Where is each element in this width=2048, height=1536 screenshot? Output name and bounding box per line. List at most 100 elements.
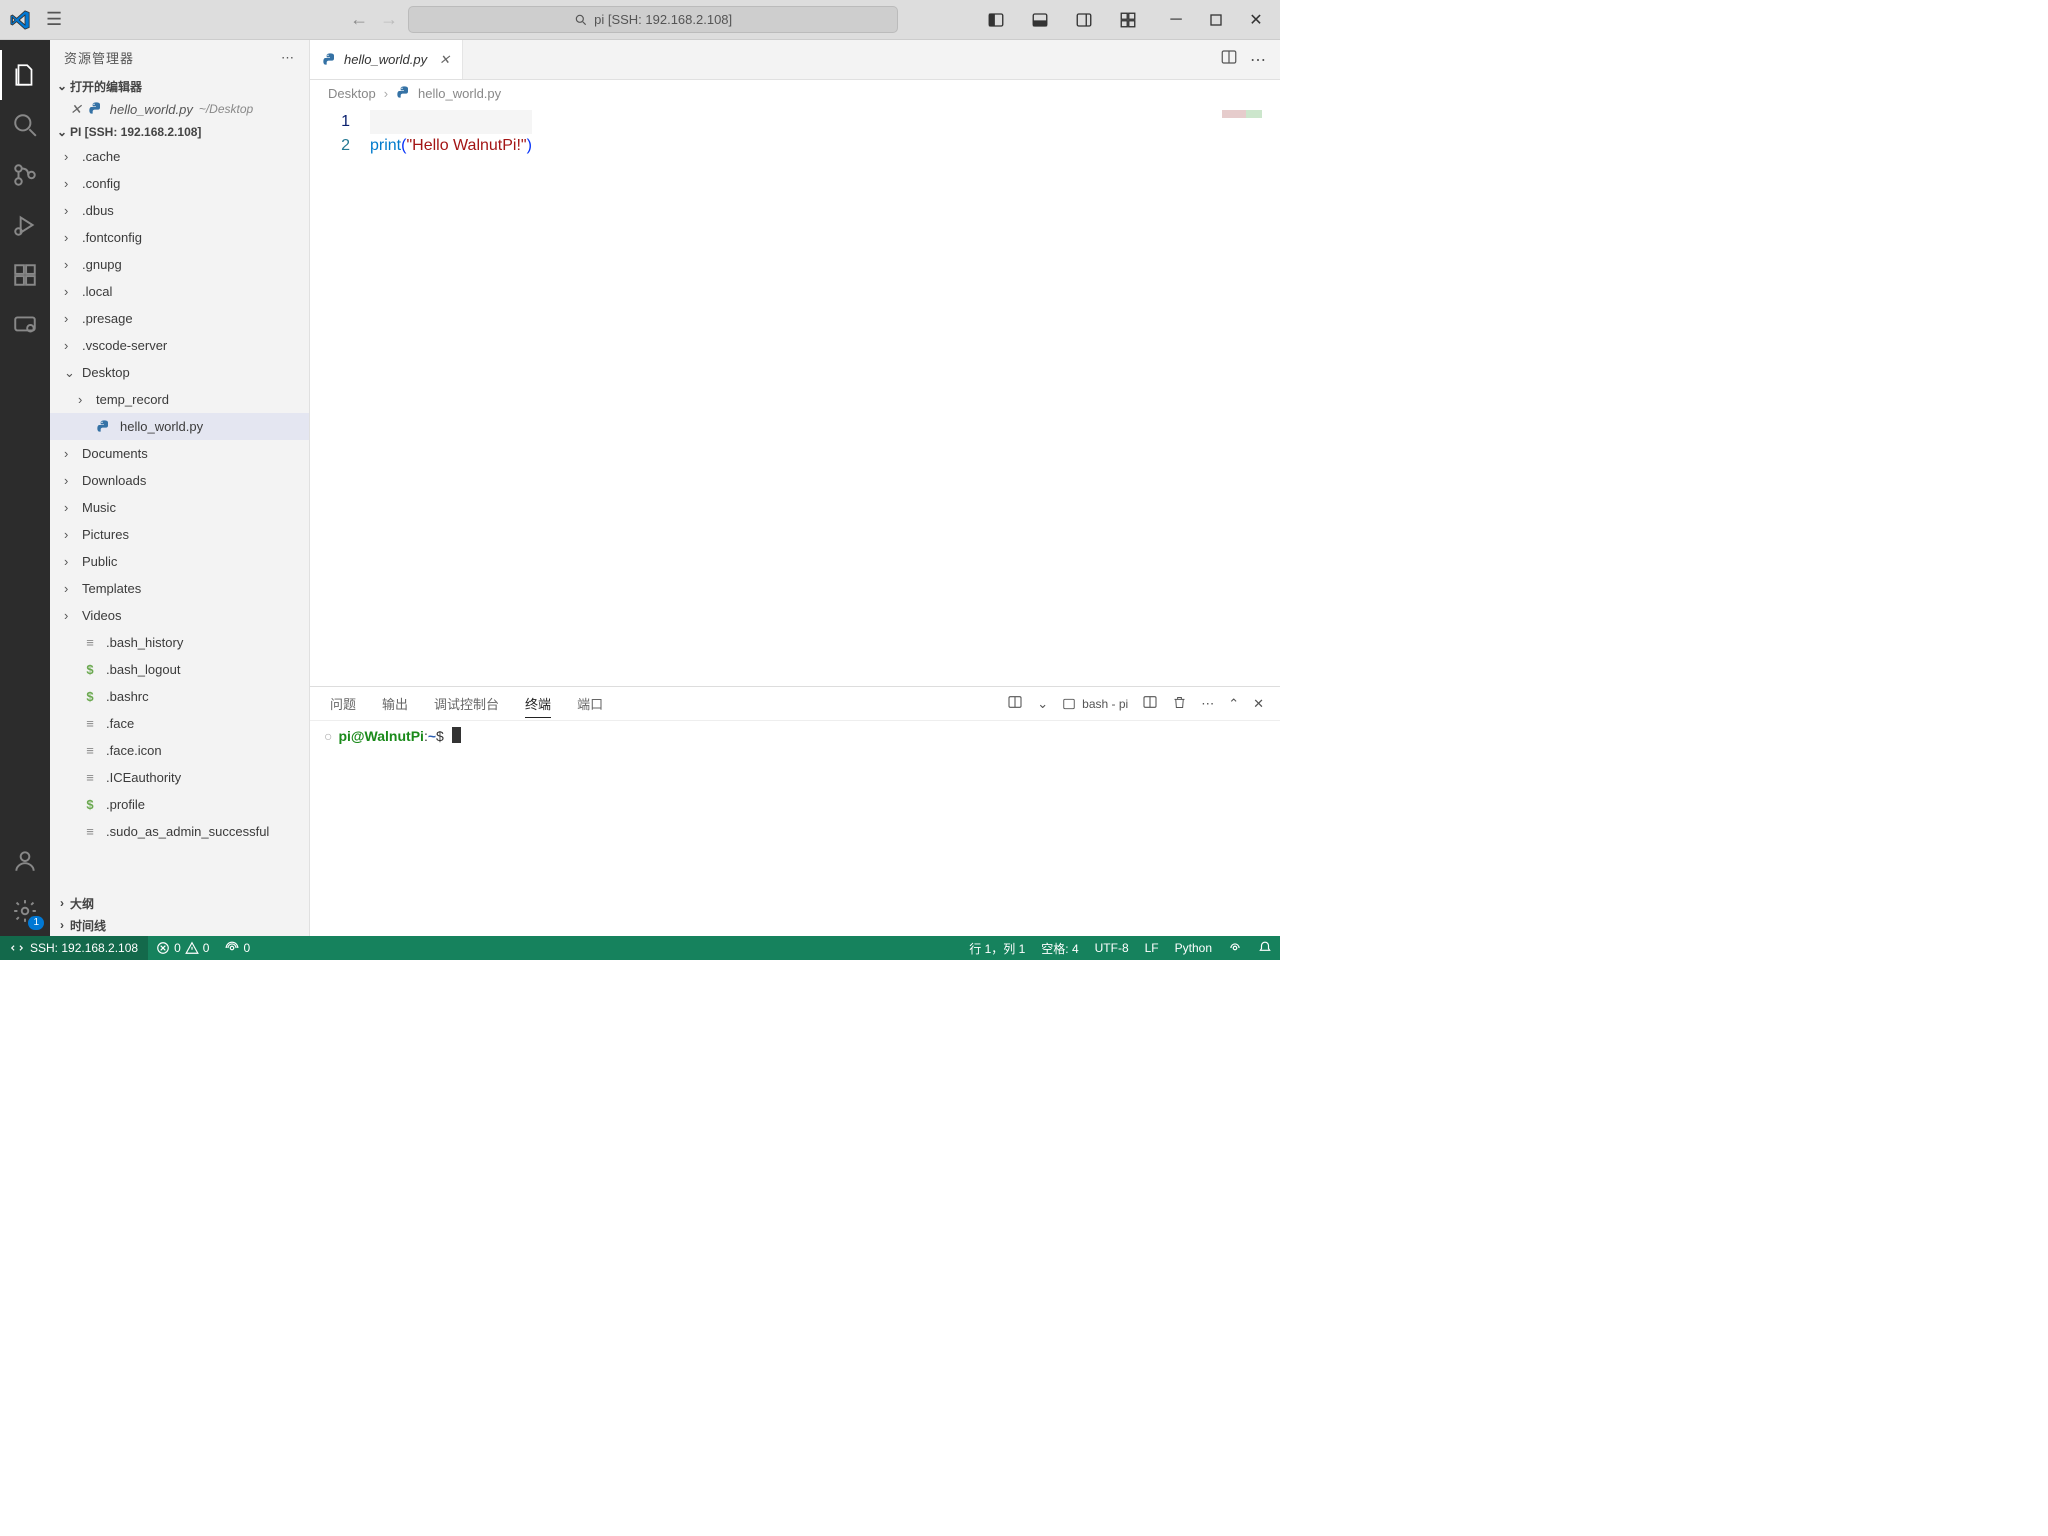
tab-name: hello_world.py <box>344 52 427 67</box>
split-editor-icon[interactable] <box>1220 48 1238 71</box>
terminal-trash-icon[interactable] <box>1172 695 1187 713</box>
tree-folder[interactable]: ›Videos <box>50 602 309 629</box>
editor-group: hello_world.py ✕ ⋯ Desktop › hello_world… <box>310 40 1280 936</box>
editor-tab[interactable]: hello_world.py ✕ <box>310 40 463 79</box>
chevron-right-icon: › <box>384 86 388 101</box>
panel-tab-debug[interactable]: 调试控制台 <box>434 690 499 717</box>
nav-forward-button[interactable]: → <box>380 9 398 30</box>
tree-folder[interactable]: ›.presage <box>50 305 309 332</box>
search-icon <box>574 13 588 27</box>
panel-close-button[interactable]: ✕ <box>1253 696 1264 712</box>
tree-folder[interactable]: ›Music <box>50 494 309 521</box>
terminal-new-icon[interactable] <box>1142 694 1158 713</box>
tree-folder[interactable]: ›.gnupg <box>50 251 309 278</box>
status-encoding[interactable]: UTF-8 <box>1087 940 1137 957</box>
status-language[interactable]: Python <box>1167 940 1220 957</box>
status-spaces[interactable]: 空格: 4 <box>1033 940 1086 957</box>
status-feedback-icon[interactable] <box>1220 940 1250 957</box>
window-minimize-button[interactable]: ─ <box>1156 0 1196 40</box>
nav-back-button[interactable]: ← <box>350 9 368 30</box>
layout-customize-icon[interactable] <box>1108 0 1148 40</box>
search-text: pi [SSH: 192.168.2.108] <box>594 12 732 27</box>
tree-file[interactable]: $.bash_logout <box>50 656 309 683</box>
code-editor[interactable]: 1 2 print("Hello WalnutPi!") <box>310 106 1280 686</box>
open-editor-name: hello_world.py <box>110 102 193 117</box>
tree-folder[interactable]: ›.dbus <box>50 197 309 224</box>
tree-folder[interactable]: ›.cache <box>50 143 309 170</box>
status-remote[interactable]: SSH: 192.168.2.108 <box>0 936 148 960</box>
tree-folder[interactable]: ›Downloads <box>50 467 309 494</box>
python-icon <box>322 52 338 68</box>
tree-file[interactable]: ≡.face <box>50 710 309 737</box>
status-bell-icon[interactable] <box>1250 940 1280 957</box>
timeline-header[interactable]: ›时间线 <box>50 914 309 936</box>
tree-file[interactable]: $.bashrc <box>50 683 309 710</box>
terminal[interactable]: ○pi@WalnutPi:~$ <box>310 721 1280 936</box>
tree-file[interactable]: ≡.ICEauthority <box>50 764 309 791</box>
activity-search[interactable] <box>0 100 50 150</box>
tree-folder[interactable]: ›.fontconfig <box>50 224 309 251</box>
panel-maximize-button[interactable]: ⌃ <box>1228 696 1239 712</box>
breadcrumb[interactable]: Desktop › hello_world.py <box>310 80 1280 106</box>
panel-more-button[interactable]: ⋯ <box>1201 696 1214 712</box>
layout-sidebar-right-icon[interactable] <box>1064 0 1104 40</box>
activity-account[interactable] <box>0 836 50 886</box>
window-maximize-button[interactable] <box>1196 0 1236 40</box>
breadcrumb-folder[interactable]: Desktop <box>328 86 376 101</box>
terminal-split-icon[interactable] <box>1007 694 1023 713</box>
status-eol[interactable]: LF <box>1137 940 1167 957</box>
activity-debug[interactable] <box>0 200 50 250</box>
tree-file[interactable]: ≡.sudo_as_admin_successful <box>50 818 309 845</box>
activity-scm[interactable] <box>0 150 50 200</box>
tree-folder[interactable]: ⌄Desktop <box>50 359 309 386</box>
tree-folder[interactable]: ›Public <box>50 548 309 575</box>
close-icon[interactable]: ✕ <box>70 101 82 118</box>
layout-sidebar-left-icon[interactable] <box>976 0 1016 40</box>
panel-tab-problems[interactable]: 问题 <box>330 690 356 717</box>
editor-more-button[interactable]: ⋯ <box>1250 50 1266 70</box>
tree-folder[interactable]: ›Pictures <box>50 521 309 548</box>
activity-explorer[interactable] <box>0 50 50 100</box>
breadcrumb-file[interactable]: hello_world.py <box>418 86 501 101</box>
panel-tab-output[interactable]: 输出 <box>382 690 408 717</box>
sidebar-more-button[interactable]: ⋯ <box>281 50 295 66</box>
tree-folder[interactable]: ›Documents <box>50 440 309 467</box>
status-linecol[interactable]: 行 1，列 1 <box>961 940 1033 957</box>
tree-file[interactable]: ≡.bash_history <box>50 629 309 656</box>
sidebar-title: 资源管理器 <box>64 48 134 67</box>
status-ports[interactable]: 0 <box>217 941 258 955</box>
folder-root-header[interactable]: ⌄PI [SSH: 192.168.2.108] <box>50 121 309 143</box>
terminal-status-icon: ○ <box>324 728 332 744</box>
activity-settings[interactable]: 1 <box>0 886 50 936</box>
outline-header[interactable]: ›大纲 <box>50 892 309 914</box>
panel-tabs: 问题 输出 调试控制台 终端 端口 ⌄ bash - pi ⋯ ⌃ ✕ <box>310 687 1280 721</box>
terminal-label[interactable]: bash - pi <box>1062 697 1128 711</box>
search-box[interactable]: pi [SSH: 192.168.2.108] <box>408 6 898 33</box>
open-editor-path: ~/Desktop <box>199 102 253 116</box>
tab-close-button[interactable]: ✕ <box>439 52 450 68</box>
open-editors-header[interactable]: ⌄打开的编辑器 <box>50 75 309 97</box>
statusbar: SSH: 192.168.2.108 0 0 0 行 1，列 1 空格: 4 U… <box>0 936 1280 960</box>
minimap[interactable] <box>1222 110 1262 118</box>
vscode-logo-icon <box>10 10 30 30</box>
tree-folder[interactable]: ›.local <box>50 278 309 305</box>
tree-folder[interactable]: ›temp_record <box>50 386 309 413</box>
tree-folder[interactable]: ›.vscode-server <box>50 332 309 359</box>
open-editor-item[interactable]: ✕ hello_world.py ~/Desktop <box>50 97 309 121</box>
tree-folder[interactable]: ›.config <box>50 170 309 197</box>
terminal-cursor <box>452 727 461 743</box>
window-close-button[interactable]: ✕ <box>1236 0 1276 40</box>
tree-file[interactable]: hello_world.py <box>50 413 309 440</box>
tree-file[interactable]: $.profile <box>50 791 309 818</box>
layout-panel-icon[interactable] <box>1020 0 1060 40</box>
activity-extensions[interactable] <box>0 250 50 300</box>
activity-remote[interactable] <box>0 300 50 350</box>
tree-file[interactable]: ≡.face.icon <box>50 737 309 764</box>
panel-tab-terminal[interactable]: 终端 <box>525 690 551 718</box>
terminal-dropdown-icon[interactable]: ⌄ <box>1037 696 1048 712</box>
status-problems[interactable]: 0 0 <box>148 941 217 955</box>
panel: 问题 输出 调试控制台 终端 端口 ⌄ bash - pi ⋯ ⌃ ✕ <box>310 686 1280 936</box>
menu-button[interactable]: ☰ <box>38 9 70 30</box>
tree-folder[interactable]: ›Templates <box>50 575 309 602</box>
panel-tab-ports[interactable]: 端口 <box>577 690 603 717</box>
